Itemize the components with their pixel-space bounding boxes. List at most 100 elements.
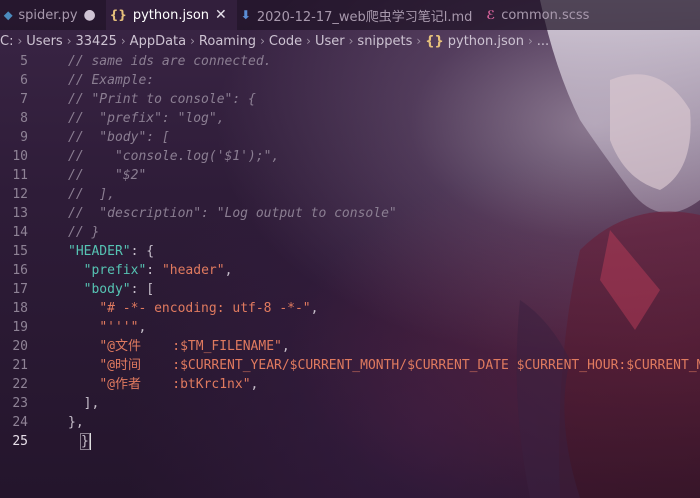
code-comment: // "console.log('$1');", bbox=[68, 149, 280, 164]
breadcrumb-item[interactable]: Users bbox=[26, 34, 62, 49]
json-string: "@时间 :$CURRENT_YEAR/$CURRENT_MONTH/$CURR… bbox=[99, 358, 700, 373]
json-icon: {} bbox=[425, 33, 444, 49]
line-number: 22 bbox=[12, 377, 28, 392]
json-string: "@文件 :$TM_FILENAME" bbox=[99, 339, 282, 354]
code-line: 20 "@文件 :$TM_FILENAME", bbox=[0, 337, 700, 356]
line-number: 7 bbox=[20, 92, 28, 107]
code-comment: // Example: bbox=[68, 73, 155, 88]
line-number: 21 bbox=[12, 358, 28, 373]
tab-markdown-notes[interactable]: ⬇ 2020-12-17_web爬虫学习笔记l.md bbox=[237, 0, 483, 30]
punctuation: : bbox=[146, 263, 162, 278]
line-number: 17 bbox=[12, 282, 28, 297]
code-comment: // ], bbox=[68, 187, 115, 202]
breadcrumb-item[interactable]: AppData bbox=[130, 34, 186, 49]
breadcrumb-item[interactable]: C: bbox=[0, 34, 13, 49]
line-number: 19 bbox=[12, 320, 28, 335]
json-key: "HEADER" bbox=[68, 244, 131, 259]
tab-label: spider.py bbox=[18, 7, 78, 23]
code-line: 12 // ], bbox=[0, 185, 700, 204]
punctuation: }, bbox=[68, 415, 84, 430]
code-comment: // same ids are connected. bbox=[68, 54, 272, 69]
code-line: 5 // same ids are connected. bbox=[0, 52, 700, 71]
line-number: 9 bbox=[20, 130, 28, 145]
code-line: 6 // Example: bbox=[0, 71, 700, 90]
line-number: 16 bbox=[12, 263, 28, 278]
code-comment: // "prefix": "log", bbox=[68, 111, 225, 126]
chevron-right-icon: › bbox=[348, 34, 354, 48]
punctuation: , bbox=[310, 301, 319, 316]
code-line: 7 // "Print to console": { bbox=[0, 90, 700, 109]
code-line: 13 // "description": "Log output to conso… bbox=[0, 204, 700, 223]
json-icon: {} bbox=[109, 8, 127, 22]
python-icon: ⬥ bbox=[4, 7, 13, 22]
code-line: 22 "@作者 :btKrc1nx", bbox=[0, 375, 700, 394]
breadcrumb-item[interactable]: Roaming bbox=[199, 34, 256, 49]
line-number: 8 bbox=[20, 111, 28, 126]
json-string: "header" bbox=[161, 263, 225, 278]
json-string: "'''" bbox=[99, 320, 139, 335]
code-line: 9 // "body": [ bbox=[0, 128, 700, 147]
code-line: 15 "HEADER": { bbox=[0, 242, 700, 261]
punctuation: : { bbox=[130, 244, 155, 259]
code-comment: // } bbox=[68, 225, 100, 240]
punctuation: , bbox=[138, 320, 147, 335]
breadcrumb-item[interactable]: snippets bbox=[357, 34, 412, 49]
breadcrumb-item[interactable]: python.json bbox=[448, 34, 524, 49]
chevron-right-icon: › bbox=[190, 34, 195, 48]
matched-brace: } bbox=[80, 433, 90, 450]
unsaved-dot-icon[interactable]: ● bbox=[84, 7, 96, 23]
chevron-right-icon: › bbox=[416, 34, 422, 48]
tab-common-scss[interactable]: ℰ common.scss bbox=[482, 0, 599, 30]
code-line: 19 "'''", bbox=[0, 318, 700, 337]
code-line: 23 ], bbox=[0, 394, 700, 413]
chevron-right-icon: › bbox=[260, 34, 265, 48]
code-line: 11 // "$2" bbox=[0, 166, 700, 185]
breadcrumb-item[interactable]: 33425 bbox=[76, 34, 117, 49]
line-number: 25 bbox=[12, 434, 28, 449]
code-line: 16 "prefix": "header", bbox=[0, 261, 700, 280]
punctuation: : [ bbox=[130, 282, 155, 297]
breadcrumb-item[interactable]: Code bbox=[269, 34, 302, 49]
line-number: 20 bbox=[12, 339, 28, 354]
line-number: 5 bbox=[20, 54, 28, 69]
line-number: 24 bbox=[12, 415, 28, 430]
line-number: 18 bbox=[12, 301, 28, 316]
code-comment: // "$2" bbox=[68, 168, 147, 183]
chevron-right-icon: › bbox=[527, 34, 533, 48]
json-string: "@作者 :btKrc1nx" bbox=[99, 377, 251, 392]
line-number: 12 bbox=[12, 187, 28, 202]
punctuation: , bbox=[250, 377, 259, 392]
code-line: 24}, bbox=[0, 413, 700, 432]
code-line: 21 "@时间 :$CURRENT_YEAR/$CURRENT_MONTH/$C… bbox=[0, 356, 700, 375]
code-line: 10 // "console.log('$1');", bbox=[0, 147, 700, 166]
breadcrumb-item[interactable]: User bbox=[315, 34, 345, 49]
code-line: 18 "# -*- encoding: utf-8 -*-", bbox=[0, 299, 700, 318]
code-comment: // "body": [ bbox=[68, 130, 170, 145]
chevron-right-icon: › bbox=[120, 34, 126, 48]
tab-label: common.scss bbox=[501, 7, 590, 23]
markdown-icon: ⬇ bbox=[240, 8, 251, 22]
json-key: "prefix" bbox=[83, 263, 147, 278]
scss-icon: ℰ bbox=[486, 8, 496, 22]
breadcrumb: C: › Users › 33425 › AppData › Roaming › Code… bbox=[0, 30, 700, 52]
code-line: 25} bbox=[0, 432, 700, 451]
code-comment: // "description": "Log output to console… bbox=[68, 206, 397, 221]
breadcrumb-item[interactable]: ... bbox=[537, 34, 549, 49]
code-line: 14 // } bbox=[0, 223, 700, 242]
close-icon[interactable]: ✕ bbox=[215, 7, 227, 23]
punctuation: , bbox=[224, 263, 233, 278]
code-comment: // "Print to console": { bbox=[68, 92, 256, 107]
chevron-right-icon: › bbox=[66, 34, 72, 48]
tab-python-json[interactable]: {} python.json ✕ bbox=[105, 0, 237, 30]
chevron-right-icon: › bbox=[17, 34, 23, 48]
json-string: "# -*- encoding: utf-8 -*-" bbox=[99, 301, 311, 316]
tab-spider-py[interactable]: ⬥ spider.py ● bbox=[0, 0, 106, 30]
code-editor[interactable]: 5 // same ids are connected. 6 // Example:… bbox=[0, 52, 700, 498]
line-number: 10 bbox=[12, 149, 28, 164]
chevron-right-icon: › bbox=[306, 34, 311, 48]
code-line: 8 // "prefix": "log", bbox=[0, 109, 700, 128]
line-number: 23 bbox=[12, 396, 28, 411]
line-number: 14 bbox=[12, 225, 28, 240]
line-number: 6 bbox=[20, 73, 28, 88]
line-number: 13 bbox=[12, 206, 28, 221]
